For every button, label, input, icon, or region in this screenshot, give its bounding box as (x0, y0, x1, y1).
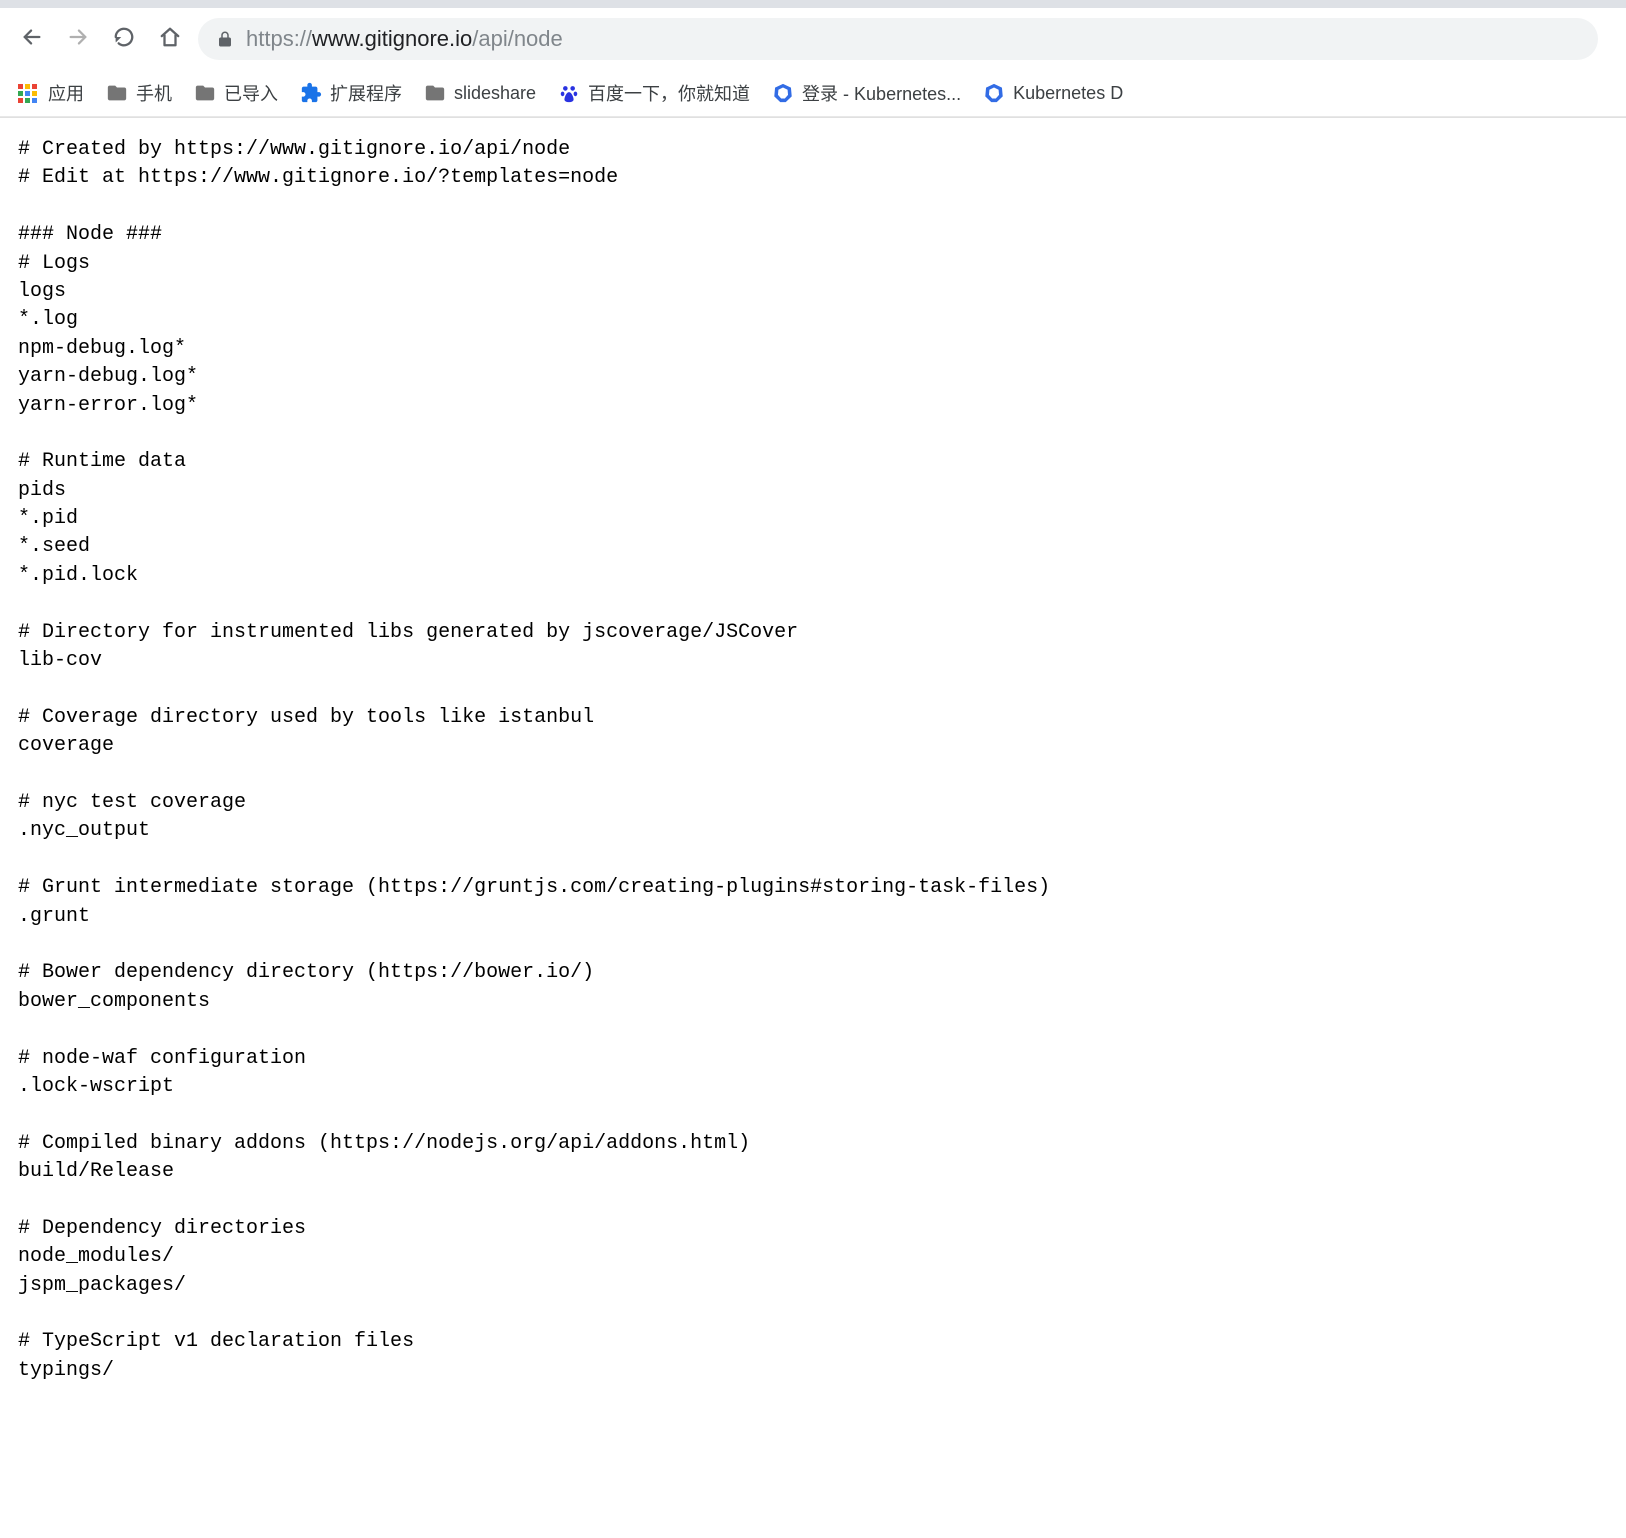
url-path: /api/node (472, 26, 563, 51)
bookmark-label: 登录 - Kubernetes... (802, 80, 961, 106)
bookmark-label: 已导入 (224, 80, 278, 106)
kubernetes-icon (772, 82, 794, 104)
url-protocol: https:// (246, 26, 312, 51)
bookmark-extensions[interactable]: 扩展程序 (300, 80, 402, 106)
bookmark-imported[interactable]: 已导入 (194, 80, 278, 106)
arrow-left-icon (21, 26, 43, 53)
bookmark-label: 手机 (136, 80, 172, 106)
address-bar[interactable]: https://www.gitignore.io/api/node (198, 18, 1598, 60)
bookmark-phone[interactable]: 手机 (106, 80, 172, 106)
home-button[interactable] (152, 21, 188, 57)
reload-button[interactable] (106, 21, 142, 57)
browser-chrome: https://www.gitignore.io/api/node 应用 手机 … (0, 0, 1626, 118)
bookmark-label: 百度一下，你就知道 (588, 80, 750, 106)
bookmarks-bar: 应用 手机 已导入 扩展程序 slideshar (0, 70, 1626, 117)
url-display: https://www.gitignore.io/api/node (246, 26, 563, 52)
folder-icon (106, 82, 128, 104)
address-bar-row: https://www.gitignore.io/api/node (0, 8, 1626, 70)
bookmark-label: 应用 (48, 80, 84, 106)
home-icon (159, 26, 181, 53)
lock-icon (216, 30, 234, 48)
apps-icon (18, 82, 40, 104)
back-button[interactable] (14, 21, 50, 57)
puzzle-icon (300, 82, 322, 104)
bookmark-apps[interactable]: 应用 (18, 80, 84, 106)
arrow-right-icon (67, 26, 89, 53)
bookmark-k8s-d[interactable]: Kubernetes D (983, 82, 1123, 104)
bookmark-slideshare[interactable]: slideshare (424, 82, 536, 104)
folder-icon (424, 82, 446, 104)
gitignore-text: # Created by https://www.gitignore.io/ap… (18, 136, 1608, 1385)
bookmark-label: slideshare (454, 83, 536, 104)
forward-button[interactable] (60, 21, 96, 57)
folder-icon (194, 82, 216, 104)
bookmark-label: Kubernetes D (1013, 83, 1123, 104)
bookmark-baidu[interactable]: 百度一下，你就知道 (558, 80, 750, 106)
baidu-icon (558, 82, 580, 104)
bookmark-k8s-login[interactable]: 登录 - Kubernetes... (772, 80, 961, 106)
kubernetes-icon (983, 82, 1005, 104)
url-domain: www.gitignore.io (312, 26, 472, 51)
bookmark-label: 扩展程序 (330, 80, 402, 106)
tab-bar-area (0, 0, 1626, 8)
page-content: # Created by https://www.gitignore.io/ap… (0, 118, 1626, 1403)
reload-icon (113, 26, 135, 53)
